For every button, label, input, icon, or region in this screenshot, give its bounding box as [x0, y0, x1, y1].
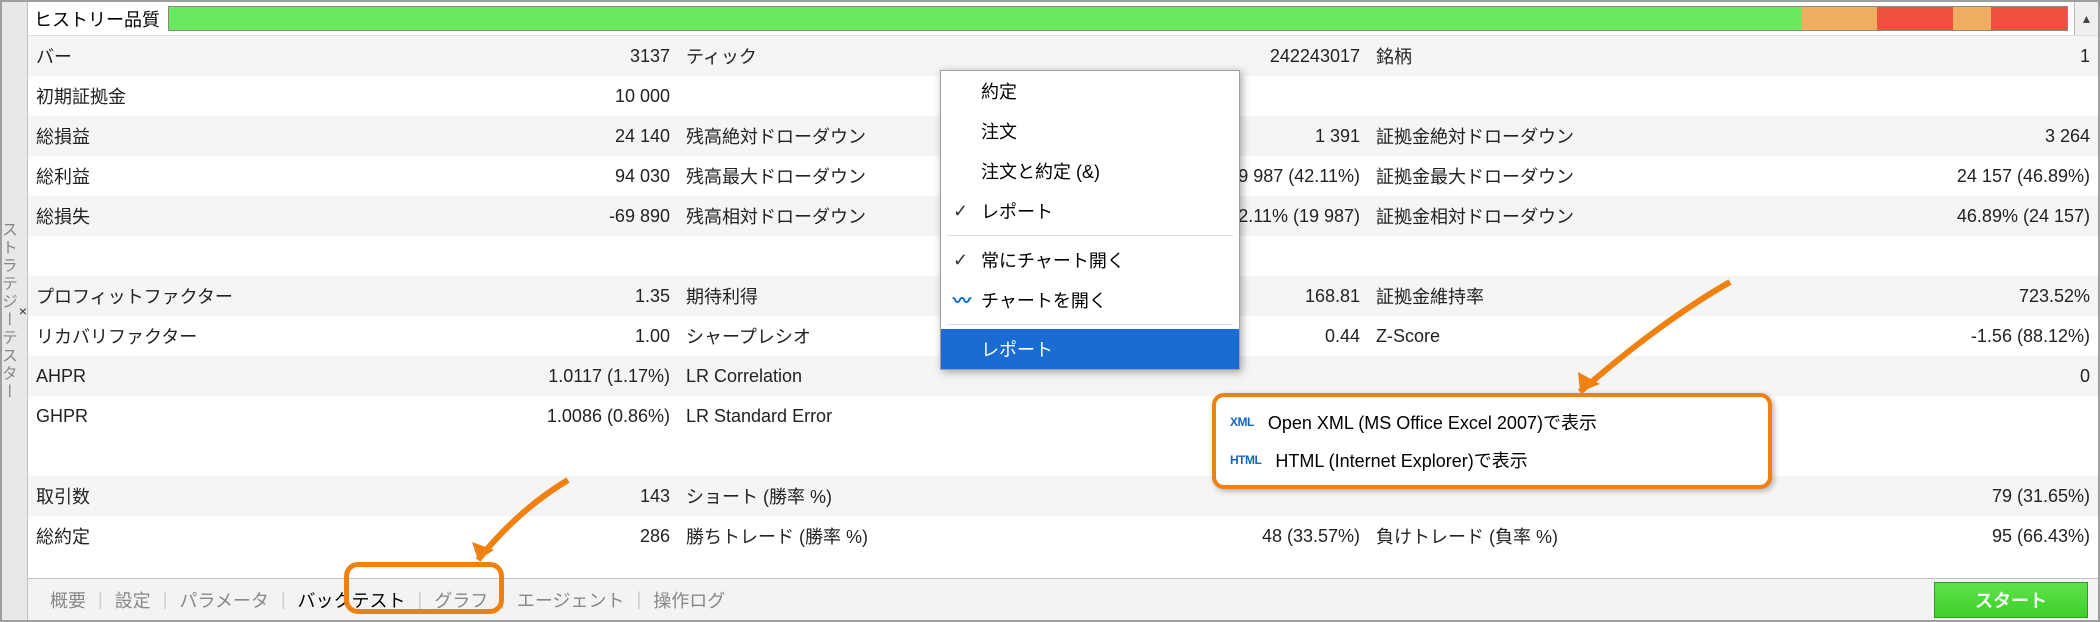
label-cell: [678, 236, 968, 276]
close-icon[interactable]: ×: [19, 304, 27, 318]
label-cell: ティック: [678, 36, 968, 76]
xml-icon: XML: [1230, 415, 1254, 429]
tab-3[interactable]: バックテスト: [286, 583, 418, 617]
label-cell: [28, 436, 328, 476]
label-cell: 証拠金最大ドローダウン: [1368, 156, 1698, 196]
label-cell: 総約定: [28, 516, 328, 556]
value-cell: 24 140: [328, 116, 678, 156]
value-cell: 1.0086 (0.86%): [328, 396, 678, 436]
label-cell: 総損益: [28, 116, 328, 156]
label-cell: 初期証拠金: [28, 76, 328, 116]
label-cell: 証拠金維持率: [1368, 276, 1698, 316]
value-cell: 143: [328, 476, 678, 516]
menu-item[interactable]: チャートを開く: [941, 280, 1239, 320]
value-cell: 286: [328, 516, 678, 556]
value-cell: -69 890: [328, 196, 678, 236]
submenu-item[interactable]: XML Open XML (MS Office Excel 2007)で表示: [1216, 403, 1768, 441]
value-cell: 48 (33.57%): [968, 516, 1368, 556]
menu-item[interactable]: 約定: [941, 71, 1239, 111]
label-cell: [28, 236, 328, 276]
tab-0[interactable]: 概要: [38, 583, 98, 617]
value-cell: 24 157 (46.89%): [1698, 156, 2098, 196]
html-icon: HTML: [1230, 453, 1261, 467]
scroll-up-icon[interactable]: ▲: [2074, 2, 2098, 35]
label-cell: LR Correlation: [678, 356, 968, 396]
tab-6[interactable]: 操作ログ: [641, 583, 737, 617]
tab-4[interactable]: グラフ: [422, 583, 500, 617]
value-cell: 10 000: [328, 76, 678, 116]
label-cell: 期待利得: [678, 276, 968, 316]
label-cell: 残高相対ドローダウン: [678, 196, 968, 236]
history-quality-row: ヒストリー品質 ▲: [28, 2, 2098, 36]
value-cell: -1.56 (88.12%): [1698, 316, 2098, 356]
submenu-item-label: HTML (Internet Explorer)で表示: [1275, 447, 1527, 473]
label-cell: [1368, 236, 1698, 276]
tabs-bar: 概要|設定|パラメータ|バックテスト|グラフ|エージェント|操作ログスタート: [28, 578, 2098, 620]
label-cell: プロフィットファクター: [28, 276, 328, 316]
value-cell: 1: [1698, 36, 2098, 76]
label-cell: AHPR: [28, 356, 328, 396]
label-cell: 銘柄: [1368, 36, 1698, 76]
menu-separator: [947, 235, 1233, 236]
tab-5[interactable]: エージェント: [505, 583, 637, 617]
label-cell: Z-Score: [1368, 316, 1698, 356]
menu-item[interactable]: レポート: [941, 329, 1239, 369]
history-quality-bar: [168, 6, 2068, 31]
label-cell: [1368, 356, 1698, 396]
value-cell: 3137: [328, 36, 678, 76]
label-cell: ショート (勝率 %): [678, 476, 968, 516]
menu-item[interactable]: 注文: [941, 111, 1239, 151]
menu-separator: [947, 324, 1233, 325]
label-cell: [1368, 76, 1698, 116]
value-cell: 1.00: [328, 316, 678, 356]
label-cell: 残高絶対ドローダウン: [678, 116, 968, 156]
label-cell: 負けトレード (負率 %): [1368, 516, 1698, 556]
label-cell: 総損失: [28, 196, 328, 236]
label-cell: リカバリファクター: [28, 316, 328, 356]
submenu-item[interactable]: HTML HTML (Internet Explorer)で表示: [1216, 441, 1768, 479]
label-cell: [678, 436, 968, 476]
label-cell: GHPR: [28, 396, 328, 436]
menu-item[interactable]: レポート: [941, 191, 1239, 231]
value-cell: 1.35: [328, 276, 678, 316]
label-cell: 取引数: [28, 476, 328, 516]
label-cell: LR Standard Error: [678, 396, 968, 436]
label-cell: バー: [28, 36, 328, 76]
value-cell: 1.0117 (1.17%): [328, 356, 678, 396]
tab-1[interactable]: 設定: [103, 583, 163, 617]
label-cell: 証拠金絶対ドローダウン: [1368, 116, 1698, 156]
side-panel-label: ストラテジーテスター: [0, 221, 19, 401]
value-cell: 0: [1698, 356, 2098, 396]
label-cell: 勝ちトレード (勝率 %): [678, 516, 968, 556]
label-cell: [328, 436, 678, 476]
label-cell: [678, 76, 968, 116]
label-cell: [328, 236, 678, 276]
start-button[interactable]: スタート: [1934, 582, 2088, 618]
side-panel-tab[interactable]: × ストラテジーテスター: [2, 2, 28, 620]
value-cell: 94 030: [328, 156, 678, 196]
report-submenu[interactable]: XML Open XML (MS Office Excel 2007)で表示 HTM…: [1212, 393, 1772, 489]
value-cell: 723.52%: [1698, 276, 2098, 316]
value-cell: 3 264: [1698, 116, 2098, 156]
submenu-item-label: Open XML (MS Office Excel 2007)で表示: [1268, 409, 1597, 435]
label-cell: 残高最大ドローダウン: [678, 156, 968, 196]
value-cell: 95 (66.43%): [1698, 516, 2098, 556]
menu-item[interactable]: 注文と約定 (&): [941, 151, 1239, 191]
tab-2[interactable]: パラメータ: [167, 583, 280, 617]
label-cell: 証拠金相対ドローダウン: [1368, 196, 1698, 236]
menu-item[interactable]: 常にチャート開く: [941, 240, 1239, 280]
label-cell: [1698, 236, 2098, 276]
label-cell: 総利益: [28, 156, 328, 196]
context-menu[interactable]: 約定注文注文と約定 (&)レポート常にチャート開くチャートを開くレポート: [940, 70, 1240, 370]
label-cell: [1698, 76, 2098, 116]
value-cell: 46.89% (24 157): [1698, 196, 2098, 236]
label-cell: シャープレシオ: [678, 316, 968, 356]
history-quality-label: ヒストリー品質: [28, 2, 168, 35]
